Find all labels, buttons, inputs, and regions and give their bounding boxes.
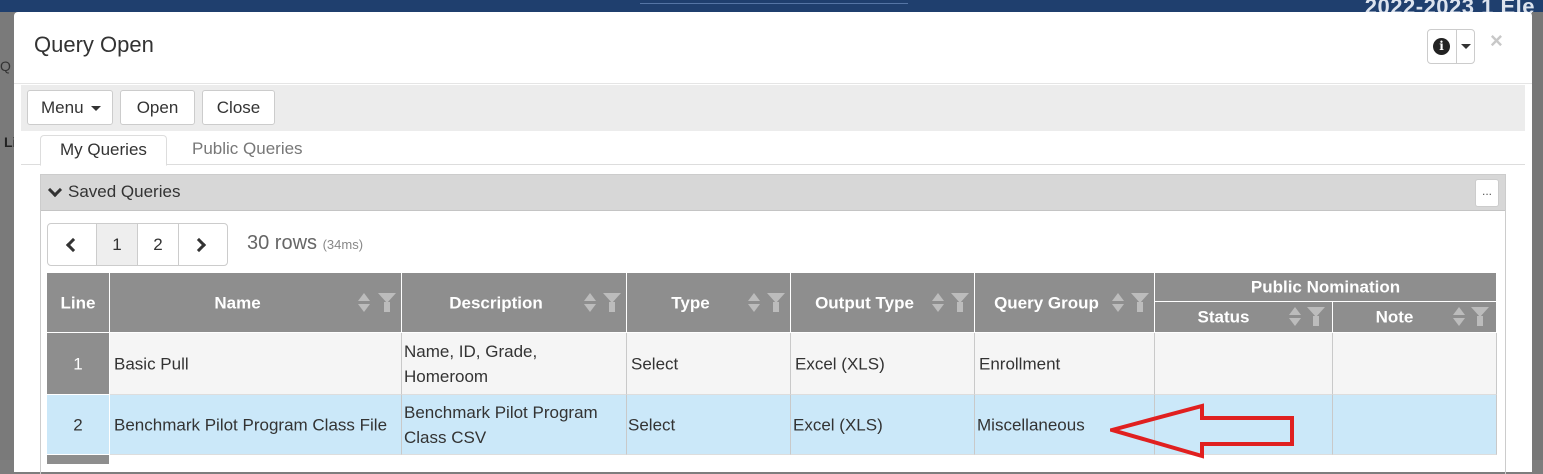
menu-button-label: Menu [41,98,84,117]
info-button-divider [1456,30,1457,63]
background-left-strip: Q Li [0,12,16,460]
annotation-arrow-shape [1110,403,1294,459]
cell-text: Name, ID, Grade, Homeroom [404,341,538,386]
chevron-left-icon [65,237,81,253]
column-header-query-group[interactable]: Query Group [975,273,1155,333]
cell-output-type[interactable]: Excel (XLS) [791,395,975,455]
cell-name[interactable]: Basic Pull [110,333,402,395]
cell-description[interactable]: Benchmark Pilot Program Class CSV [402,395,627,455]
open-button[interactable]: Open [120,90,195,125]
cell-text: Excel (XLS) [795,354,885,373]
row-count: 30 rows (34ms) [247,232,363,255]
pagination: 1 2 [47,223,228,266]
background-left-fragment: Q [0,58,11,74]
column-group-public-nomination: Public Nomination [1155,273,1497,302]
cell-text: Benchmark Pilot Program Class CSV [404,402,598,447]
filter-icon[interactable] [1307,307,1325,327]
column-header-description[interactable]: Description [402,273,627,333]
filter-icon[interactable] [767,292,785,313]
panel-header[interactable]: Saved Queries ... [41,175,1505,211]
column-header-label: Output Type [815,293,914,312]
cell-text: Benchmark Pilot Program Class File [114,415,388,434]
column-header-name[interactable]: Name [110,273,402,333]
caret-down-icon [91,106,101,111]
row-count-text: 30 rows [247,232,318,254]
column-group-label: Public Nomination [1250,277,1401,297]
cell-description[interactable]: Name, ID, Grade, Homeroom [402,333,627,395]
cell-text: Select [631,354,679,373]
info-icon: i [1433,38,1450,55]
cell-text: Basic Pull [114,354,189,373]
chevron-right-icon [191,237,207,253]
next-page-button[interactable] [178,224,227,265]
cell-query-group[interactable]: Enrollment [975,333,1155,395]
row-line-number: 2 [47,395,110,455]
dialog-title: Query Open [34,32,154,57]
filter-icon[interactable] [951,292,969,313]
filter-icon[interactable] [1471,307,1489,327]
close-button[interactable]: Close [202,90,275,125]
sort-icon[interactable] [357,291,372,315]
row-line-number [47,455,110,465]
sort-icon[interactable] [1288,305,1303,329]
cell-type[interactable]: Select [627,333,791,395]
filter-icon[interactable] [1131,292,1149,313]
sort-icon[interactable] [931,291,946,315]
panel-options-button[interactable]: ... [1475,179,1499,207]
cell-text: 2 [73,415,83,434]
query-open-dialog: Query Open i × Menu Open Close My Querie… [14,12,1532,474]
query-tabs: My Queries Public Queries [21,131,1525,166]
column-header-label: Query Group [994,293,1099,312]
caret-down-icon [1461,44,1471,49]
sort-icon[interactable] [583,291,598,315]
background-app-header: 2022-2023 1 Ele [0,0,1543,19]
background-right-strip [1532,12,1543,460]
sort-icon[interactable] [747,291,762,315]
previous-page-button[interactable] [48,224,96,265]
page-button-1[interactable]: 1 [96,224,137,265]
cell-note[interactable] [1333,395,1497,455]
sort-icon[interactable] [1452,305,1467,329]
column-header-type[interactable]: Type [627,273,791,333]
info-dropdown-button[interactable]: i [1427,29,1475,64]
dialog-header: Query Open i × [14,12,1532,84]
background-header-bar [640,3,908,4]
sort-icon[interactable] [1111,291,1126,315]
menu-button[interactable]: Menu [27,90,113,125]
chevron-down-icon[interactable] [47,182,63,198]
cell-note[interactable] [1333,333,1497,395]
cell-output-type[interactable]: Excel (XLS) [791,333,975,395]
annotation-arrow [1110,403,1294,459]
row-line-number: 1 [47,333,110,395]
cell-text: Select [628,415,676,434]
cell-type[interactable]: Select [627,395,791,455]
column-header-line[interactable]: Line [47,273,110,333]
cell-text: Excel (XLS) [793,415,883,434]
filter-icon[interactable] [378,292,396,313]
close-dialog-button[interactable]: × [1490,28,1503,54]
dialog-toolbar: Menu Open Close [21,85,1525,131]
column-header-label: Status [1197,307,1250,327]
column-header-note[interactable]: Note [1333,302,1497,333]
page-button-2[interactable]: 2 [137,224,178,265]
filter-icon[interactable] [603,292,621,313]
column-header-output-type[interactable]: Output Type [791,273,975,333]
query-timing: (34ms) [322,237,364,252]
panel-title: Saved Queries [68,182,181,201]
cell-text: Enrollment [979,354,1061,373]
tab-public-queries[interactable]: Public Queries [173,135,322,166]
cell-name[interactable]: Benchmark Pilot Program Class File [110,395,402,455]
column-header-status[interactable]: Status [1155,302,1333,333]
cell-status[interactable] [1155,333,1333,395]
column-header-label: Line [60,293,96,312]
cell-text: 1 [73,354,83,373]
tab-my-queries[interactable]: My Queries [40,135,167,166]
column-header-label: Type [671,293,710,312]
